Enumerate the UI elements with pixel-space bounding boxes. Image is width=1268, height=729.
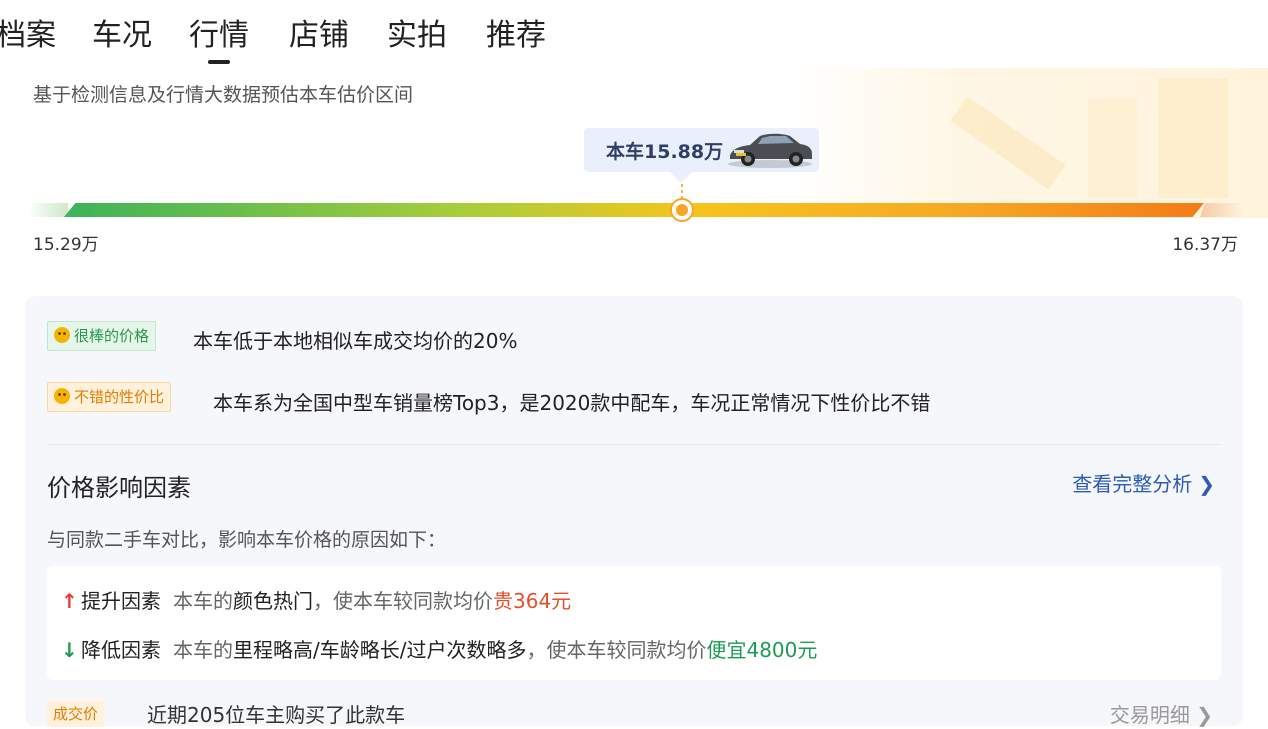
transaction-details-link[interactable]: 交易明细 ❯: [1110, 699, 1213, 728]
good-value-text: 本车系为全国中型车销量榜Top3，是2020款中配车，车况正常情况下性价比不错: [213, 391, 931, 415]
tooltip-pointer: [670, 172, 692, 183]
price-bar-right-cap: [1200, 203, 1244, 217]
great-price-text: 本车低于本地相似车成交均价的20%: [193, 329, 518, 353]
smile-icon: [54, 327, 70, 343]
price-factors-description: 与同款二手车对比，影响本车价格的原因如下：: [47, 529, 447, 551]
tab-recommend[interactable]: 推荐: [486, 14, 546, 58]
price-factors-title: 价格影响因素: [47, 474, 191, 502]
min-price-label: 15.29万: [33, 235, 99, 255]
current-price-tooltip: 本车15.88万: [584, 128, 819, 172]
decorative-background: [788, 68, 1268, 218]
price-bar-left-cap: [28, 203, 68, 217]
tab-market[interactable]: 行情: [189, 14, 249, 58]
increase-factor-row: ↑ 提升因素 本车的颜色热门，使本车较同款均价贵364元: [61, 589, 572, 613]
good-value-tag: 不错的性价比: [47, 382, 172, 412]
factors-list: ↑ 提升因素 本车的颜色热门，使本车较同款均价贵364元 ↓ 降低因素 本车的里程略高/…: [47, 566, 1221, 680]
transaction-row: 成交价 近期205位车主购买了此款车 交易明细 ❯: [47, 699, 1221, 729]
current-price-marker: [672, 200, 692, 220]
price-estimate-panel: 基于检测信息及行情大数据预估本车估价区间 本车15.88万 15.29万 16.…: [0, 64, 1268, 264]
estimate-subtitle: 基于检测信息及行情大数据预估本车估价区间: [33, 84, 414, 106]
analysis-card: 很棒的价格 本车低于本地相似车成交均价的20% 不错的性价比 本车系为全国中型车…: [25, 296, 1243, 729]
transaction-price-tag: 成交价: [47, 701, 105, 727]
max-price-label: 16.37万: [1172, 235, 1238, 255]
transaction-text: 近期205位车主购买了此款车: [147, 703, 406, 727]
smile-icon: [54, 388, 70, 404]
arrow-up-icon: ↑: [61, 589, 78, 613]
tab-condition[interactable]: 车况: [92, 14, 152, 58]
current-price-label: 本车15.88万: [606, 141, 724, 163]
car-icon: [728, 133, 812, 168]
divider: [47, 444, 1221, 445]
tab-archive[interactable]: 档案: [0, 14, 56, 58]
tab-store[interactable]: 店铺: [289, 14, 349, 58]
view-full-analysis-link[interactable]: 查看完整分析 ❯: [1072, 468, 1215, 497]
price-range-bar: [64, 203, 1204, 217]
tab-photos[interactable]: 实拍: [387, 14, 447, 58]
decrease-factor-row: ↓ 降低因素 本车的里程略高/车龄略长/过户次数略多，使本车较同款均价便宜4800元: [61, 638, 818, 662]
chevron-right-icon: ❯: [1198, 472, 1215, 496]
arrow-down-icon: ↓: [61, 638, 78, 662]
great-price-tag: 很棒的价格: [47, 321, 157, 351]
